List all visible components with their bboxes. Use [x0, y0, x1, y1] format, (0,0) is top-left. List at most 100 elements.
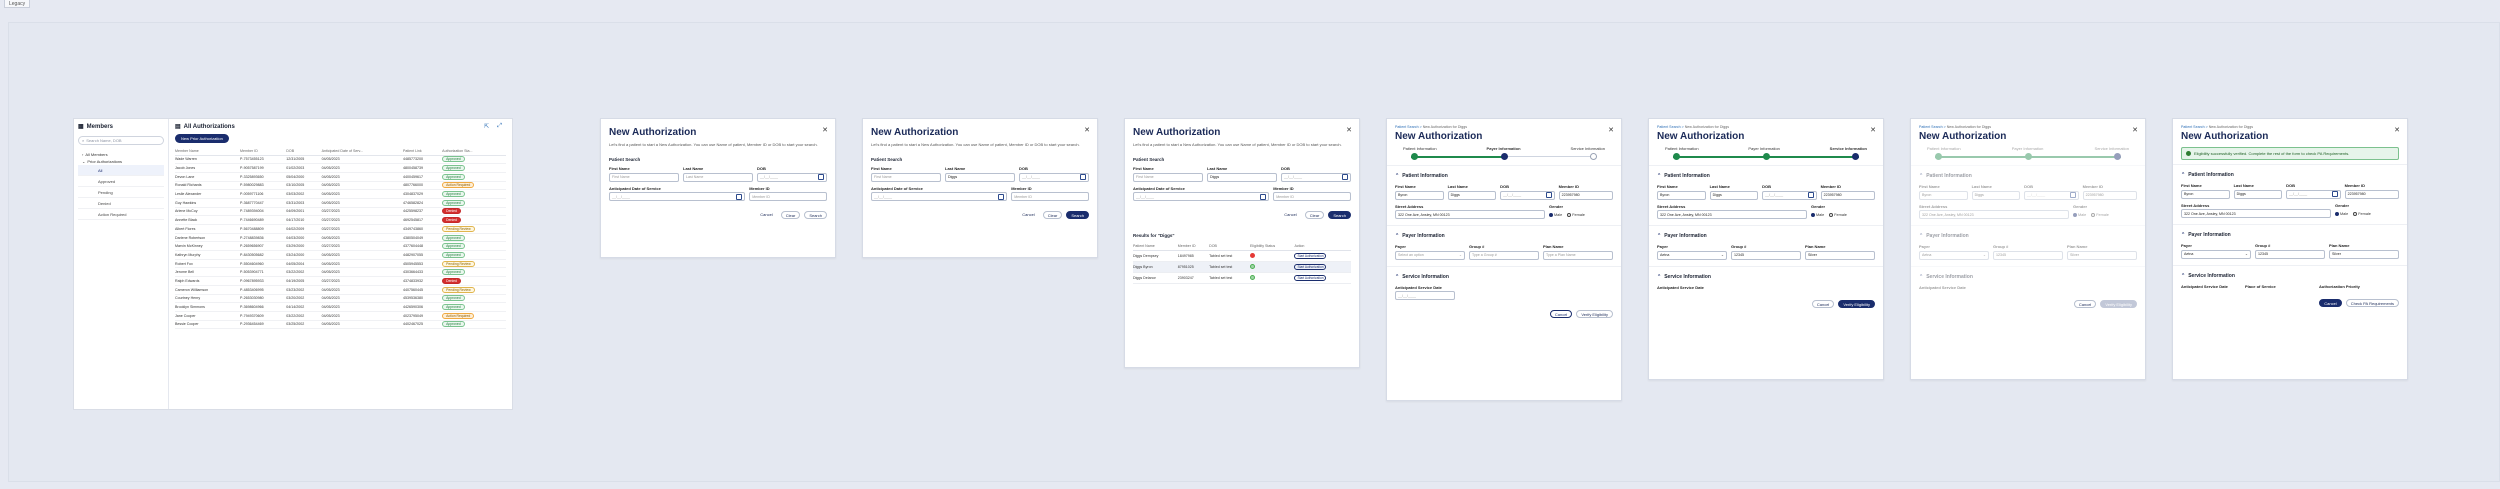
- col-link[interactable]: Patient Link: [402, 148, 443, 156]
- cancel-button[interactable]: Cancel: [1018, 211, 1039, 220]
- calendar-icon[interactable]: [1807, 192, 1814, 198]
- verify-eligibility-button[interactable]: Verify Eligibility: [2100, 299, 2137, 308]
- anticipated-date-field[interactable]: __/__/____: [1133, 192, 1270, 202]
- first-name-field[interactable]: First Name: [1133, 172, 1203, 182]
- calendar-icon[interactable]: [818, 174, 824, 181]
- table-row[interactable]: Darlene Robertson P-2748839836 04/03/2000 0…: [175, 233, 506, 243]
- section-header-payer[interactable]: ⌃ Payer Information: [1649, 225, 1883, 242]
- calendar-icon[interactable]: [1260, 193, 1267, 200]
- table-row[interactable]: Diggs Delanor 23903247 Tabled set test S…: [1133, 272, 1351, 284]
- calendar-icon[interactable]: [1080, 174, 1086, 181]
- group-field[interactable]: 12345: [1993, 250, 2063, 260]
- clear-button[interactable]: Clear: [780, 211, 801, 220]
- table-row[interactable]: Robert Fox P-5504604960 04/05/2004 04/05/20…: [175, 259, 506, 269]
- group-field[interactable]: 12345: [1731, 250, 1801, 260]
- col-status[interactable]: Authorization Sta...: [442, 148, 506, 156]
- member-id-field[interactable]: 223957980: [1558, 190, 1613, 200]
- dob-field[interactable]: __/__/____: [1281, 172, 1351, 182]
- section-header-service[interactable]: ⌃ Service Information: [1911, 265, 2145, 283]
- table-row[interactable]: Kathryn Murphy P-8430505682 03/24/2000 04/0…: [175, 250, 506, 260]
- table-row[interactable]: Cameron Williamson P-4853406995 03/23/2002…: [175, 285, 506, 295]
- sidebar-item-prior-authorizations[interactable]: ⌄ Prior Authorizations: [78, 158, 164, 165]
- member-id-field[interactable]: Member ID: [1011, 192, 1089, 202]
- radio-female[interactable]: Female: [1567, 212, 1585, 217]
- calendar-icon[interactable]: [2069, 192, 2076, 198]
- table-row[interactable]: Jane Cooper P-7949370609 03/22/2002 04/05/2…: [175, 311, 506, 321]
- cancel-button[interactable]: Cancel: [1549, 310, 1573, 318]
- cancel-button[interactable]: Cancel: [756, 211, 777, 220]
- anticipated-date-field[interactable]: __/__/____: [871, 192, 1008, 202]
- check-pa-requirements-button[interactable]: Check PA Requirements: [2345, 298, 2399, 307]
- group-field[interactable]: Type a Group #: [1469, 250, 1539, 260]
- close-icon[interactable]: ✕: [1346, 126, 1352, 134]
- last-name-field[interactable]: Diggs: [2233, 189, 2283, 199]
- payer-select[interactable]: Aetna ⌄: [1657, 250, 1727, 260]
- sidebar-subitem-denied[interactable]: Denied: [78, 198, 164, 209]
- search-input[interactable]: ⌕ Search Name, DOB: [78, 136, 164, 145]
- table-row[interactable]: Devon Lane P-3325893650 05/04/2000 04/05/20…: [175, 172, 506, 182]
- member-id-field[interactable]: Member ID: [749, 192, 827, 202]
- dob-field[interactable]: __/__/____: [757, 172, 827, 182]
- sidebar-subitem-approved[interactable]: Approved: [78, 176, 164, 187]
- last-name-field[interactable]: Diggs: [945, 172, 1015, 182]
- dob-field[interactable]: __/__/____: [1762, 190, 1817, 200]
- plan-field[interactable]: Silver: [2067, 250, 2137, 260]
- dob-field[interactable]: __/__/____: [1019, 172, 1089, 182]
- first-name-field[interactable]: Byron: [1919, 190, 1968, 200]
- expand-icon[interactable]: ⤢: [497, 123, 502, 130]
- member-id-field[interactable]: 223957980: [2082, 190, 2137, 200]
- table-row[interactable]: Jacob Jones P-9057587199 01/02/2003 04/05/2…: [175, 163, 506, 173]
- start-authorization-button[interactable]: Start Authorization: [1294, 263, 1327, 270]
- radio-female[interactable]: Female: [2353, 211, 2371, 216]
- payer-select[interactable]: Aetna ⌄: [2181, 249, 2251, 259]
- table-row[interactable]: Arlene McCoy P-7489394004 04/09/2001 03/27/…: [175, 207, 506, 217]
- section-header-payer[interactable]: ⌃ Payer Information: [2173, 224, 2407, 241]
- verify-eligibility-button[interactable]: Verify Eligibility: [1838, 299, 1875, 308]
- cancel-button[interactable]: Cancel: [1280, 211, 1301, 220]
- first-name-field[interactable]: Byron: [1657, 190, 1706, 200]
- calendar-icon[interactable]: [736, 193, 743, 200]
- radio-male[interactable]: Male: [1549, 212, 1562, 217]
- table-row[interactable]: Bessie Cooper P-2936454469 03/25/2002 04/05…: [175, 320, 506, 330]
- member-id-field[interactable]: 223957980: [2344, 189, 2399, 199]
- radio-female[interactable]: Female: [2091, 212, 2109, 217]
- cancel-button[interactable]: Cancel: [1811, 299, 1835, 308]
- table-row[interactable]: Brooklyn Simmons P-3698604966 04/14/2002 04…: [175, 302, 506, 312]
- close-icon[interactable]: ✕: [2132, 126, 2138, 134]
- breadcrumb-link[interactable]: Patient Search: [1395, 125, 1419, 129]
- table-row[interactable]: Courtney Henry P-2653030980 03/20/2002 04/0…: [175, 294, 506, 304]
- breadcrumb-link[interactable]: Patient Search: [2181, 125, 2205, 129]
- clear-button[interactable]: Clear: [1304, 211, 1325, 220]
- street-field[interactable]: 322 One Ave, Ansley, MN 00123: [1919, 210, 2069, 219]
- radio-male[interactable]: Male: [2335, 211, 2348, 216]
- table-row[interactable]: Annette Black P-7446690489 04/17/2010 03/27…: [175, 215, 506, 225]
- col-member-id[interactable]: Member ID: [240, 148, 287, 156]
- sidebar-subitem-action-required[interactable]: Action Required: [78, 209, 164, 220]
- section-header-payer[interactable]: ⌃ Payer Information: [1911, 225, 2145, 242]
- calendar-icon[interactable]: [998, 193, 1005, 200]
- table-row[interactable]: Wade Warren P-7573455123 12/31/2005 04/05/2…: [175, 155, 506, 165]
- street-field[interactable]: 322 One Ave, Ansley, MN 00123: [1395, 210, 1545, 219]
- street-field[interactable]: 322 One Ave, Ansley, MN 00123: [1657, 210, 1807, 219]
- sidebar-item-all-members[interactable]: › All Members: [78, 151, 164, 158]
- street-field[interactable]: 322 One Ave, Ansley, MN 00123: [2181, 209, 2331, 218]
- calendar-icon[interactable]: [1545, 192, 1552, 198]
- table-row[interactable]: Diggs Dempsey 18497985 Tabled set test S…: [1133, 250, 1351, 262]
- table-row[interactable]: Diggs Byron 87951025 Tabled set test Sta…: [1133, 261, 1351, 273]
- member-id-field[interactable]: 223957980: [1820, 190, 1875, 200]
- first-name-field[interactable]: Byron: [1395, 190, 1444, 200]
- dob-field[interactable]: __/__/____: [1500, 190, 1555, 200]
- calendar-icon[interactable]: [2331, 191, 2338, 197]
- close-icon[interactable]: ✕: [2394, 126, 2400, 134]
- canvas-tab[interactable]: Legacy: [4, 0, 31, 8]
- col-date[interactable]: Anticipated Date of Serv...: [321, 148, 403, 156]
- section-header-service[interactable]: ⌃ Service Information: [1649, 265, 1883, 283]
- first-name-field[interactable]: First Name: [609, 172, 679, 182]
- sidebar-subitem-all[interactable]: All: [78, 165, 164, 176]
- verify-eligibility-button[interactable]: Verify Eligibility: [1576, 310, 1613, 318]
- search-button[interactable]: Search: [1328, 211, 1351, 220]
- dob-field[interactable]: __/__/____: [2286, 189, 2341, 199]
- last-name-field[interactable]: Diggs: [1447, 190, 1497, 200]
- sidebar-subitem-pending[interactable]: Pending: [78, 187, 164, 198]
- clear-button[interactable]: Clear: [1042, 211, 1063, 220]
